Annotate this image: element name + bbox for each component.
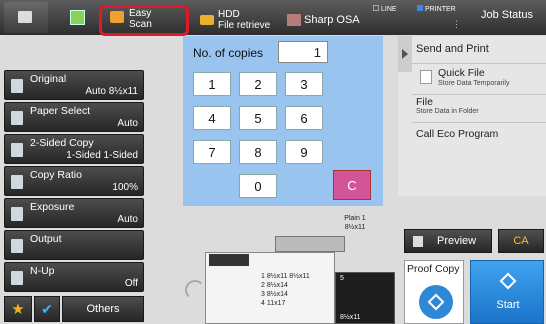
start-button[interactable]: Start (470, 260, 544, 324)
copy-ratio-button[interactable]: Copy Ratio 100% (4, 166, 144, 196)
key-7[interactable]: 7 (193, 140, 231, 164)
bypass-tray[interactable]: 5 8½x11 (335, 272, 395, 324)
divider (412, 94, 546, 95)
right-actions-panel: Send and Print Quick File Store Data Tem… (398, 36, 546, 196)
clear-key[interactable]: C (333, 170, 371, 200)
key-3[interactable]: 3 (285, 72, 323, 96)
output-tray-label: Plain 1 8½x11 (344, 215, 366, 231)
two-sided-copy-button[interactable]: 2-Sided Copy 1-Sided 1-Sided (4, 134, 144, 164)
home-button[interactable] (4, 2, 48, 33)
divider (412, 63, 546, 64)
folder-icon (200, 15, 214, 25)
n-up-button[interactable]: N-Up Off (4, 262, 144, 292)
highlight-frame (99, 5, 189, 36)
quick-file-icon (420, 70, 432, 84)
paper-icon (11, 111, 23, 125)
exposure-button[interactable]: Exposure Auto (4, 198, 144, 228)
call-eco-program-item[interactable]: Call Eco Program (416, 128, 498, 140)
paper-select-button[interactable]: Paper Select Auto (4, 102, 144, 132)
machine-panel (209, 254, 249, 266)
send-and-print-item[interactable]: Send and Print (416, 43, 489, 55)
key-6[interactable]: 6 (285, 106, 323, 130)
key-5[interactable]: 5 (239, 106, 277, 130)
easy-copy-button[interactable] (62, 2, 92, 33)
proof-start-icon (419, 285, 453, 319)
hdd-label: HDD File retrieve (218, 9, 271, 31)
key-1[interactable]: 1 (193, 72, 231, 96)
preview-icon (413, 236, 423, 247)
key-9[interactable]: 9 (285, 140, 323, 164)
quick-file-item[interactable]: Quick File Store Data Temporarily (416, 66, 544, 94)
proof-copy-button[interactable]: Proof Copy (404, 260, 464, 324)
top-bar: Easy Scan HDD File retrieve Sharp OSA LINE… (0, 0, 546, 36)
key-4[interactable]: 4 (193, 106, 231, 130)
copy-screen: Easy Scan HDD File retrieve Sharp OSA LINE… (0, 0, 546, 324)
copies-field[interactable]: 1 (278, 41, 328, 63)
key-8[interactable]: 8 (239, 140, 277, 164)
arrow-right-icon (402, 49, 408, 59)
original-button[interactable]: Original Auto 8½x11 (4, 70, 144, 100)
duplex-icon (11, 143, 23, 157)
star-icon: ★ (11, 301, 25, 318)
check-icon: ✔ (41, 301, 53, 317)
status-dots-icon: ⋮ (452, 19, 461, 29)
check-button[interactable]: ✔ (34, 296, 60, 322)
osa-icon (287, 14, 301, 26)
copies-label: No. of copies (193, 46, 264, 60)
file-item[interactable]: File Store Data in Folder (416, 96, 479, 115)
copy-icon (70, 10, 85, 25)
key-2[interactable]: 2 (239, 72, 277, 96)
home-icon (18, 11, 32, 23)
machine-illustration: Plain 1 8½x11 1 8½x11 8½x11 2 8½x14 3 8½… (185, 210, 395, 324)
wireless-icon (185, 280, 205, 300)
sharp-osa-button[interactable]: Sharp OSA (285, 2, 365, 33)
preview-button[interactable]: Preview (404, 229, 492, 253)
line-indicator: LINE (373, 4, 413, 35)
others-button[interactable]: Others (62, 296, 144, 322)
numeric-keypad-panel: No. of copies 1 1 2 3 4 5 6 7 8 9 0 C (183, 36, 383, 206)
clear-all-button[interactable]: CA (498, 229, 544, 253)
start-icon (499, 272, 517, 290)
line-status-icon (373, 5, 379, 11)
sharp-osa-label: Sharp OSA (304, 14, 360, 26)
scanner-unit (275, 236, 345, 252)
printer-status-icon (417, 5, 423, 11)
original-icon (11, 79, 23, 93)
favorite-star-button[interactable]: ★ (4, 296, 32, 322)
output-button[interactable]: Output (4, 230, 144, 260)
exposure-icon (11, 207, 23, 221)
panel-toggle-button[interactable] (398, 36, 412, 72)
key-0[interactable]: 0 (239, 174, 277, 198)
output-icon (11, 239, 23, 253)
bottom-left-bar: ★ ✔ Others (4, 296, 144, 322)
paper-trays[interactable]: 1 8½x11 8½x11 2 8½x14 3 8½x14 4 11x17 (261, 272, 335, 324)
ratio-icon (11, 175, 23, 189)
divider (412, 122, 546, 123)
n-up-icon (11, 271, 23, 285)
hdd-file-retrieve-button[interactable]: HDD File retrieve (197, 2, 279, 33)
